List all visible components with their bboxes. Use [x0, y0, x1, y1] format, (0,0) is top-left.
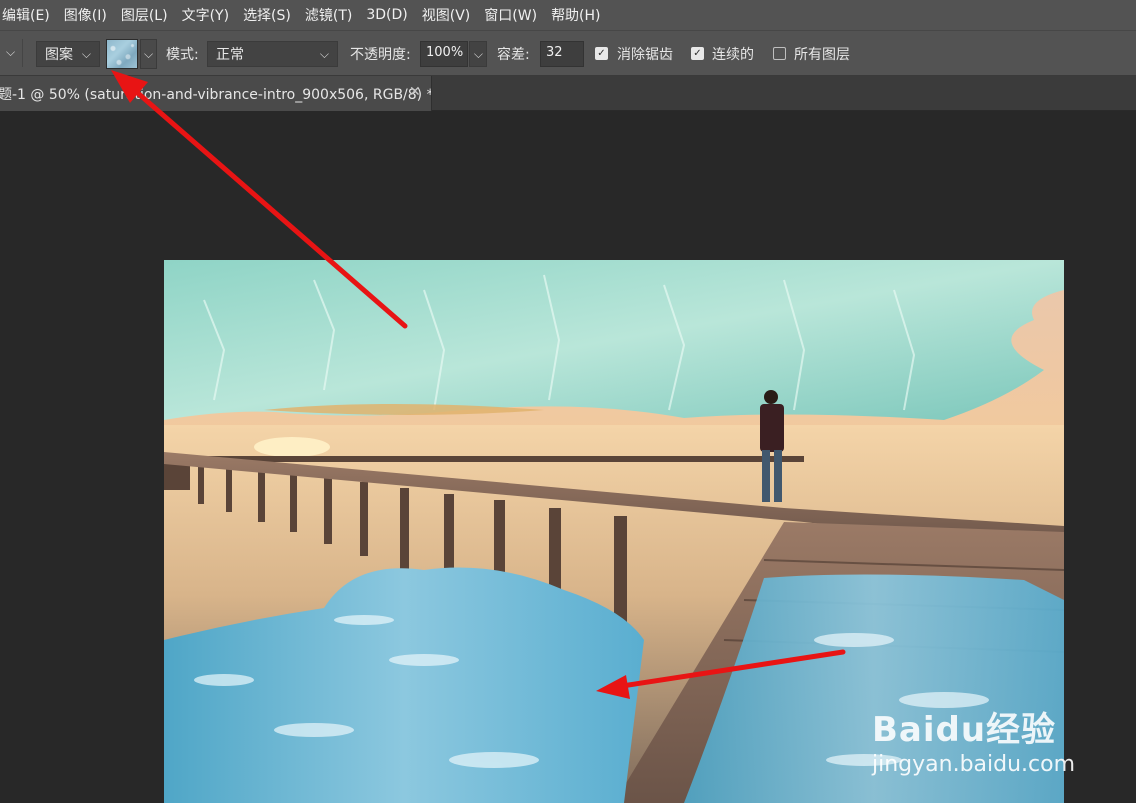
checkmark-icon: ✓ [597, 47, 606, 59]
pattern-picker-swatch[interactable] [106, 39, 138, 69]
chevron-down-icon: ⌵ [319, 46, 329, 61]
mode-label: 模式: [166, 47, 199, 63]
opacity-label: 不透明度: [350, 47, 411, 63]
options-bar: ⌵ 图案 ⌵ ⌵ 模式: 正常 ⌵ 不透明度: 100% ⌵ 容差: 32 ✓ … [0, 30, 1136, 76]
menu-3d[interactable]: 3D(D) [359, 7, 414, 23]
menu-image[interactable]: 图像(I) [57, 5, 114, 25]
menu-window[interactable]: 窗口(W) [477, 5, 544, 25]
menu-select[interactable]: 选择(S) [236, 5, 298, 25]
chevron-down-icon: ⌵ [473, 46, 483, 61]
document-tab[interactable]: 题-1 @ 50% (saturation-and-vibrance-intro… [0, 76, 432, 111]
blend-mode-select[interactable]: 正常 ⌵ [207, 41, 338, 67]
all-layers-label[interactable]: 所有图层 [794, 44, 850, 64]
fill-source-value: 图案 [45, 47, 73, 63]
anti-alias-label[interactable]: 消除锯齿 [617, 44, 673, 64]
tolerance-input[interactable]: 32 [540, 41, 584, 67]
watermark-url: jingyan.baidu.com [872, 752, 1076, 777]
fill-source-select[interactable]: 图案 ⌵ [36, 41, 100, 67]
all-layers-checkbox[interactable] [773, 47, 786, 60]
contiguous-checkbox[interactable]: ✓ [691, 47, 704, 60]
watermark-logo: Baidu经验 [872, 710, 1057, 750]
checkmark-icon: ✓ [693, 47, 702, 59]
tolerance-label: 容差: [497, 47, 530, 63]
menu-view[interactable]: 视图(V) [415, 5, 478, 25]
blend-mode-value: 正常 [216, 47, 244, 63]
close-icon[interactable]: ✕ [409, 84, 421, 100]
menu-edit[interactable]: 编辑(E) [0, 5, 57, 25]
menu-filter[interactable]: 滤镜(T) [298, 5, 359, 25]
options-separator [22, 39, 23, 67]
chevron-down-icon: ⌵ [143, 46, 154, 61]
menu-layer[interactable]: 图层(L) [114, 5, 175, 25]
anti-alias-checkbox[interactable]: ✓ [595, 47, 608, 60]
opacity-dropdown[interactable]: ⌵ [469, 41, 487, 67]
menu-type[interactable]: 文字(Y) [175, 5, 236, 25]
menu-help[interactable]: 帮助(H) [544, 5, 607, 25]
pattern-picker-dropdown[interactable]: ⌵ [140, 39, 157, 69]
menu-bar: 编辑(E) 图像(I) 图层(L) 文字(Y) 选择(S) 滤镜(T) 3D(D… [0, 0, 1136, 30]
document-tab-title: 题-1 @ 50% (saturation-and-vibrance-intro… [0, 86, 432, 103]
contiguous-label[interactable]: 连续的 [712, 44, 754, 64]
document-tab-bar: 题-1 @ 50% (saturation-and-vibrance-intro… [0, 76, 1136, 111]
tool-preset-chevron-icon[interactable]: ⌵ [6, 45, 15, 60]
chevron-down-icon: ⌵ [81, 46, 91, 61]
opacity-input[interactable]: 100% [420, 41, 468, 67]
